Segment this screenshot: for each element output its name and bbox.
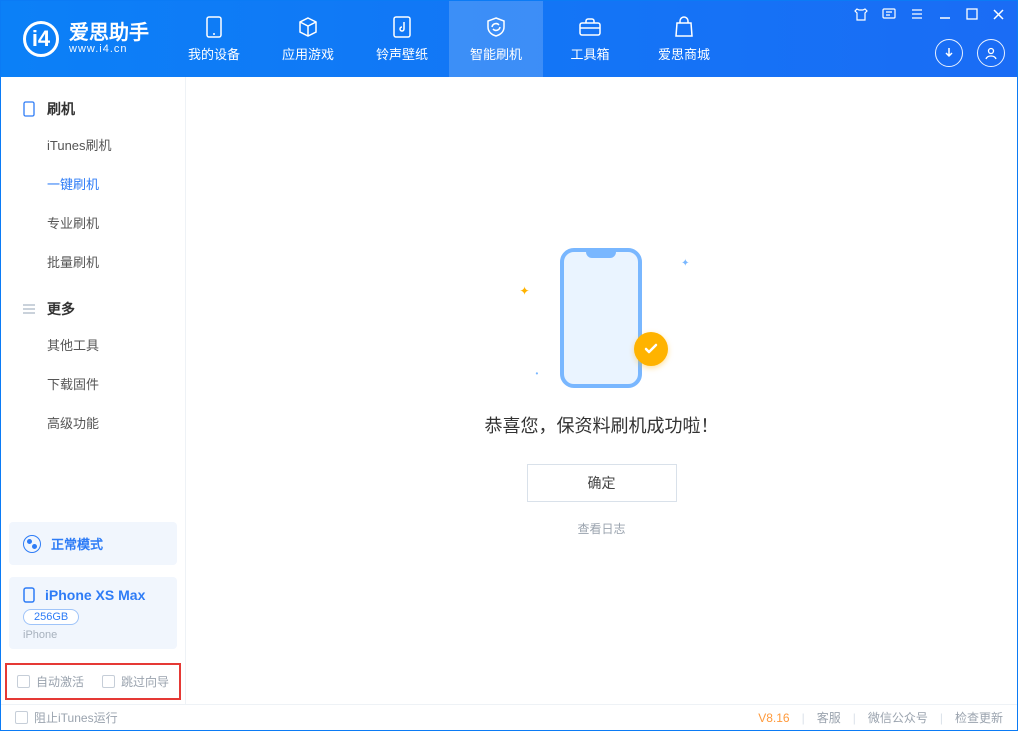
mode-label: 正常模式 (51, 534, 103, 553)
sidebar: 刷机 iTunes刷机 一键刷机 专业刷机 批量刷机 更多 其他工具 下载固件 … (1, 77, 186, 704)
nav-my-device[interactable]: 我的设备 (167, 1, 261, 77)
menu-icon[interactable] (910, 7, 924, 21)
nav-label: 我的设备 (188, 44, 240, 63)
sidebar-item-itunes-flash[interactable]: iTunes刷机 (1, 125, 185, 164)
close-icon[interactable] (992, 8, 1005, 21)
titlebar-controls (854, 7, 1005, 21)
device-phone-icon (23, 587, 35, 603)
sidebar-item-batch-flash[interactable]: 批量刷机 (1, 242, 185, 281)
header: i4 爱思助手 www.i4.cn 我的设备 应用游戏 铃声壁纸 智能刷机 工具… (1, 1, 1017, 77)
nav-label: 工具箱 (570, 44, 609, 63)
statusbar-left: 阻止iTunes运行 (15, 709, 118, 726)
feedback-icon[interactable] (882, 7, 896, 21)
status-link-support[interactable]: 客服 (817, 709, 841, 726)
app-url: www.i4.cn (69, 43, 149, 55)
nav-flash[interactable]: 智能刷机 (449, 1, 543, 77)
device-card[interactable]: iPhone XS Max 256GB iPhone (9, 577, 177, 649)
sidebar-scroll: 刷机 iTunes刷机 一键刷机 专业刷机 批量刷机 更多 其他工具 下载固件 … (1, 77, 185, 514)
section-title: 更多 (47, 299, 75, 319)
device-storage: 256GB (23, 609, 79, 625)
status-link-update[interactable]: 检查更新 (955, 709, 1003, 726)
user-button[interactable] (977, 39, 1005, 67)
minimize-icon[interactable] (938, 7, 952, 21)
check-badge-icon (634, 332, 668, 366)
bag-icon (671, 16, 697, 38)
cube-icon (295, 16, 321, 38)
sidebar-list-flash: iTunes刷机 一键刷机 专业刷机 批量刷机 (1, 125, 185, 281)
sidebar-list-more: 其他工具 下载固件 高级功能 (1, 325, 185, 442)
sparkle-icon: ✦ (681, 258, 689, 269)
phone-icon (21, 101, 37, 117)
status-link-wechat[interactable]: 微信公众号 (868, 709, 928, 726)
nav-label: 铃声壁纸 (376, 44, 428, 63)
checkbox-label: 跳过向导 (121, 673, 169, 690)
phone-illustration (560, 248, 642, 388)
device-icon (201, 16, 227, 38)
view-log-link[interactable]: 查看日志 (577, 520, 625, 537)
nav-ringtones[interactable]: 铃声壁纸 (355, 1, 449, 77)
logo[interactable]: i4 爱思助手 www.i4.cn (1, 21, 167, 57)
nav-label: 爱思商城 (658, 44, 710, 63)
version-label: V8.16 (758, 711, 789, 725)
mode-icon (23, 535, 41, 553)
statusbar: 阻止iTunes运行 V8.16 | 客服 | 微信公众号 | 检查更新 (1, 704, 1017, 730)
checkbox-block-itunes[interactable]: 阻止iTunes运行 (15, 709, 118, 726)
maximize-icon[interactable] (966, 8, 978, 20)
download-button[interactable] (935, 39, 963, 67)
refresh-shield-icon (483, 16, 509, 38)
checkbox-label: 阻止iTunes运行 (34, 709, 118, 726)
checkbox-label: 自动激活 (36, 673, 84, 690)
mode-card[interactable]: 正常模式 (9, 522, 177, 565)
sidebar-item-pro-flash[interactable]: 专业刷机 (1, 203, 185, 242)
sparkle-icon: • (536, 369, 539, 378)
header-right (854, 1, 1005, 77)
sidebar-section-more: 更多 (1, 299, 185, 319)
logo-text: 爱思助手 www.i4.cn (69, 23, 149, 55)
account-controls (935, 39, 1005, 67)
nav-label: 应用游戏 (282, 44, 334, 63)
sidebar-section-flash: 刷机 (1, 99, 185, 119)
checkbox-icon (15, 711, 28, 724)
music-file-icon (389, 16, 415, 38)
statusbar-right: V8.16 | 客服 | 微信公众号 | 检查更新 (758, 709, 1003, 726)
sidebar-item-other-tools[interactable]: 其他工具 (1, 325, 185, 364)
nav-store[interactable]: 爱思商城 (637, 1, 731, 77)
app-name: 爱思助手 (69, 23, 149, 43)
device-name: iPhone XS Max (45, 587, 145, 603)
sidebar-item-oneclick-flash[interactable]: 一键刷机 (1, 164, 185, 203)
list-icon (21, 301, 37, 317)
section-title: 刷机 (47, 99, 75, 119)
nav-toolbox[interactable]: 工具箱 (543, 1, 637, 77)
flash-options-highlight: 自动激活 跳过向导 (5, 663, 181, 700)
checkbox-icon (17, 675, 30, 688)
toolbox-icon (577, 16, 603, 38)
ok-button[interactable]: 确定 (527, 464, 677, 502)
nav-apps[interactable]: 应用游戏 (261, 1, 355, 77)
sidebar-item-download-fw[interactable]: 下载固件 (1, 364, 185, 403)
logo-icon: i4 (23, 21, 59, 57)
main-content: ✦ ✦ • 恭喜您，保资料刷机成功啦！ 确定 查看日志 (186, 77, 1017, 704)
checkbox-icon (102, 675, 115, 688)
checkbox-skip-guide[interactable]: 跳过向导 (102, 673, 169, 690)
body: 刷机 iTunes刷机 一键刷机 专业刷机 批量刷机 更多 其他工具 下载固件 … (1, 77, 1017, 704)
nav-label: 智能刷机 (470, 44, 522, 63)
tshirt-icon[interactable] (854, 7, 868, 21)
success-message: 恭喜您，保资料刷机成功啦！ (485, 412, 719, 438)
sidebar-item-advanced[interactable]: 高级功能 (1, 403, 185, 442)
sparkle-icon: ✦ (520, 284, 530, 298)
device-type: iPhone (23, 629, 163, 641)
checkbox-auto-activate[interactable]: 自动激活 (17, 673, 84, 690)
success-illustration: ✦ ✦ • (542, 244, 662, 394)
main-nav: 我的设备 应用游戏 铃声壁纸 智能刷机 工具箱 爱思商城 (167, 1, 731, 77)
